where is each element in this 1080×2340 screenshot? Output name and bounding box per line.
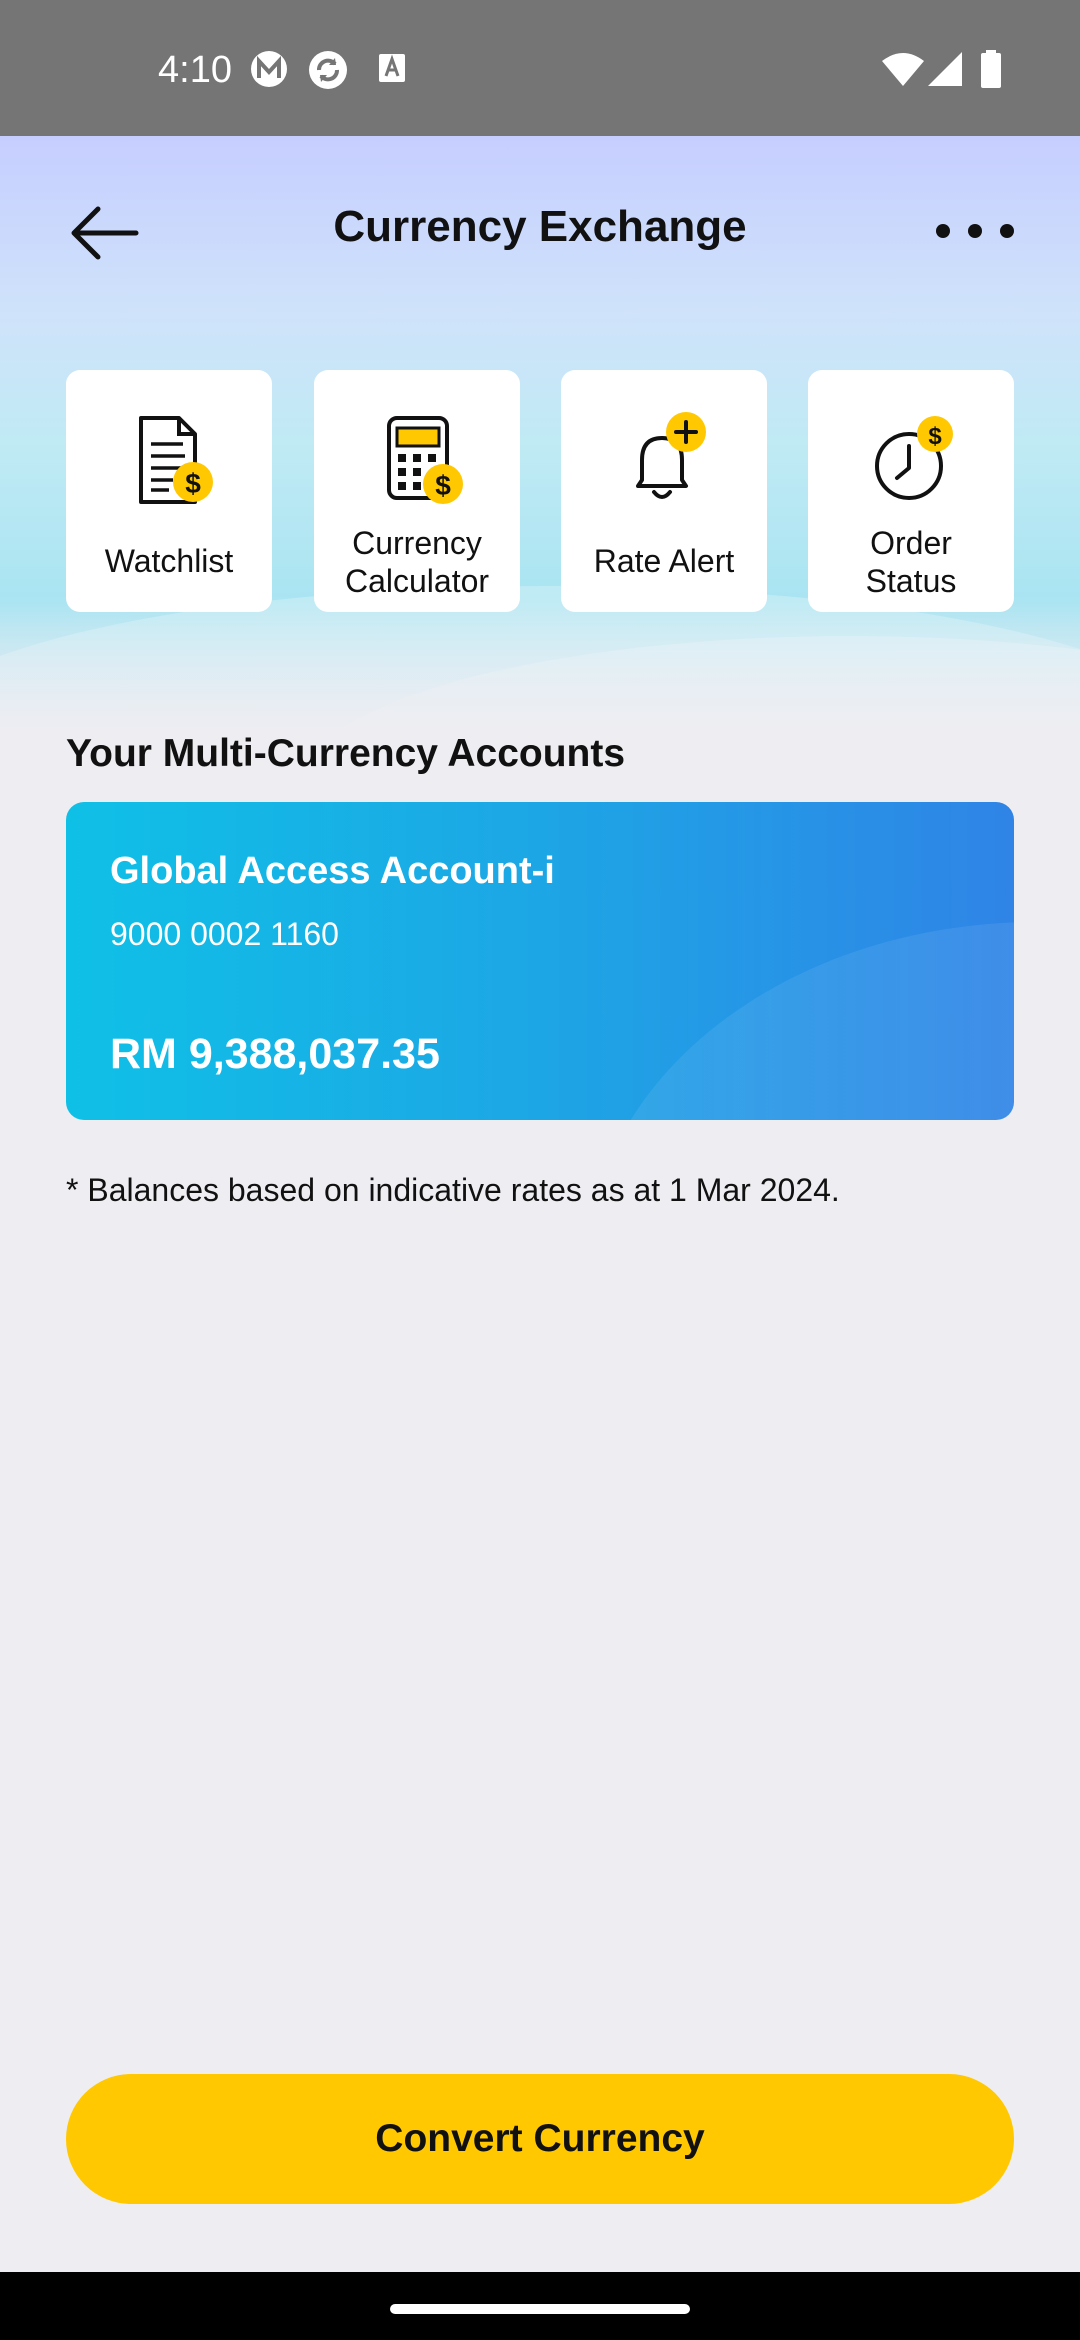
m-app-icon — [250, 50, 288, 93]
signal-icon — [928, 52, 962, 91]
svg-text:$: $ — [435, 470, 451, 501]
rate-alert-label: Rate Alert — [593, 543, 735, 579]
system-nav-bar — [0, 2272, 1080, 2340]
clock-dollar-icon: $ — [875, 416, 953, 500]
section-title: Your Multi-Currency Accounts — [66, 732, 626, 775]
currency-calculator-label-line2: Calculator — [344, 563, 490, 599]
bell-plus-icon — [636, 412, 706, 499]
document-dollar-icon: $ — [139, 416, 213, 504]
account-card[interactable]: Global Access Account-i 9000 0002 1160 R… — [66, 802, 1014, 1120]
battery-icon — [980, 50, 1002, 93]
status-bar: 4:10 — [0, 0, 1080, 136]
svg-text:$: $ — [928, 423, 942, 450]
order-status-label-line1: Order — [870, 525, 952, 561]
page-title: Currency Exchange — [333, 202, 747, 251]
font-app-icon — [378, 50, 406, 91]
home-indicator[interactable] — [390, 2304, 690, 2314]
balance-note: * Balances based on indicative rates as … — [66, 1172, 840, 1208]
calculator-dollar-icon: $ — [387, 416, 463, 504]
svg-text:$: $ — [185, 468, 201, 499]
account-balance: RM 9,388,037.35 — [110, 1030, 440, 1078]
status-time: 4:10 — [158, 49, 232, 91]
watchlist-button[interactable]: $ Watchlist — [66, 370, 272, 612]
rate-alert-button[interactable]: Rate Alert — [561, 370, 767, 612]
currency-calculator-label-line1: Currency — [352, 525, 482, 561]
sync-app-icon — [308, 50, 348, 95]
wifi-icon — [882, 52, 924, 91]
order-status-button[interactable]: $ Order Status — [808, 370, 1014, 612]
watchlist-label: Watchlist — [104, 543, 234, 579]
more-options-button[interactable] — [924, 210, 1014, 250]
order-status-label-line2: Status — [865, 563, 957, 599]
app-header: Currency Exchange — [0, 136, 1080, 326]
more-horizontal-icon — [936, 224, 950, 238]
account-number: 9000 0002 1160 — [110, 916, 339, 952]
account-name: Global Access Account-i — [110, 850, 555, 892]
convert-currency-button[interactable]: Convert Currency — [66, 2074, 1014, 2204]
currency-calculator-button[interactable]: $ Currency Calculator — [314, 370, 520, 612]
